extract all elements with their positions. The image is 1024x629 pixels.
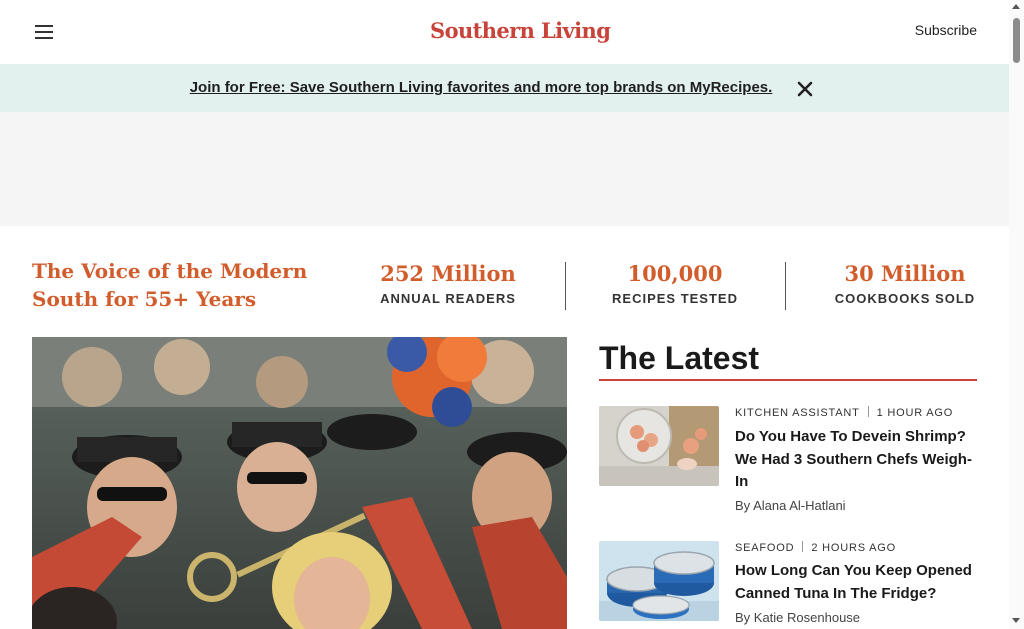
site-logo[interactable]: Southern Living	[430, 14, 611, 48]
article-byline: By Alana Al-Hatlani	[735, 498, 846, 513]
article-byline: By Katie Rosenhouse	[735, 610, 861, 625]
stat-cookbooks-sold: 30 Million COOKBOOKS SOLD	[830, 261, 980, 307]
latest-heading: The Latest	[599, 340, 760, 376]
article-meta: KITCHEN ASSISTANT 1 HOUR AGO	[735, 406, 977, 420]
latest-article[interactable]: KITCHEN ASSISTANT 1 HOUR AGO Do You Have …	[599, 406, 977, 518]
scroll-up-arrow-icon[interactable]	[1012, 4, 1020, 9]
stat-label: COOKBOOKS SOLD	[834, 291, 976, 306]
stat-value: 100,000	[627, 261, 723, 286]
ad-slot	[0, 112, 1009, 226]
stat-label: RECIPES TESTED	[612, 291, 738, 306]
hero-image-marching-band[interactable]	[32, 337, 567, 629]
myrecipes-banner: Join for Free: Save Southern Living favo…	[0, 64, 1009, 112]
article-time: 2 HOURS AGO	[811, 542, 896, 554]
stat-annual-readers: 252 Million ANNUAL READERS	[368, 261, 528, 307]
scroll-down-arrow-icon[interactable]	[1012, 618, 1020, 623]
article-category[interactable]: KITCHEN ASSISTANT	[735, 407, 860, 419]
banner-join-link[interactable]: Join for Free: Save Southern Living favo…	[0, 79, 962, 96]
page: Southern Living Subscribe Join for Free:…	[0, 0, 1009, 629]
article-thumbnail-canned-tuna[interactable]	[599, 541, 719, 621]
site-header: Southern Living Subscribe	[0, 0, 1009, 64]
article-meta: SEAFOOD 2 HOURS AGO	[735, 541, 977, 555]
scroll-thumb[interactable]	[1013, 18, 1020, 63]
stat-divider	[565, 262, 566, 310]
stat-label: ANNUAL READERS	[380, 291, 516, 306]
stat-divider	[785, 262, 786, 310]
page-scrollbar[interactable]	[1009, 0, 1024, 629]
stat-recipes-tested: 100,000 RECIPES TESTED	[600, 261, 750, 307]
stat-value: 252 Million	[380, 261, 516, 286]
meta-separator	[867, 406, 869, 417]
article-time: 1 HOUR AGO	[876, 407, 954, 419]
article-category[interactable]: SEAFOOD	[735, 542, 794, 554]
brand-tagline: The Voice of the Modern South for 55+ Ye…	[32, 259, 308, 311]
meta-separator	[802, 541, 804, 552]
article-headline[interactable]: Do You Have To Devein Shrimp? We Had 3 S…	[735, 426, 977, 494]
hamburger-menu-icon[interactable]	[33, 24, 55, 40]
latest-article[interactable]: SEAFOOD 2 HOURS AGO How Long Can You Keep…	[599, 541, 977, 629]
subscribe-link[interactable]: Subscribe	[915, 22, 977, 38]
article-thumbnail-shrimp[interactable]	[599, 406, 719, 486]
latest-divider	[599, 379, 977, 381]
close-icon[interactable]	[795, 79, 815, 99]
article-headline[interactable]: How Long Can You Keep Opened Canned Tuna…	[735, 560, 977, 605]
stat-value: 30 Million	[844, 261, 966, 286]
